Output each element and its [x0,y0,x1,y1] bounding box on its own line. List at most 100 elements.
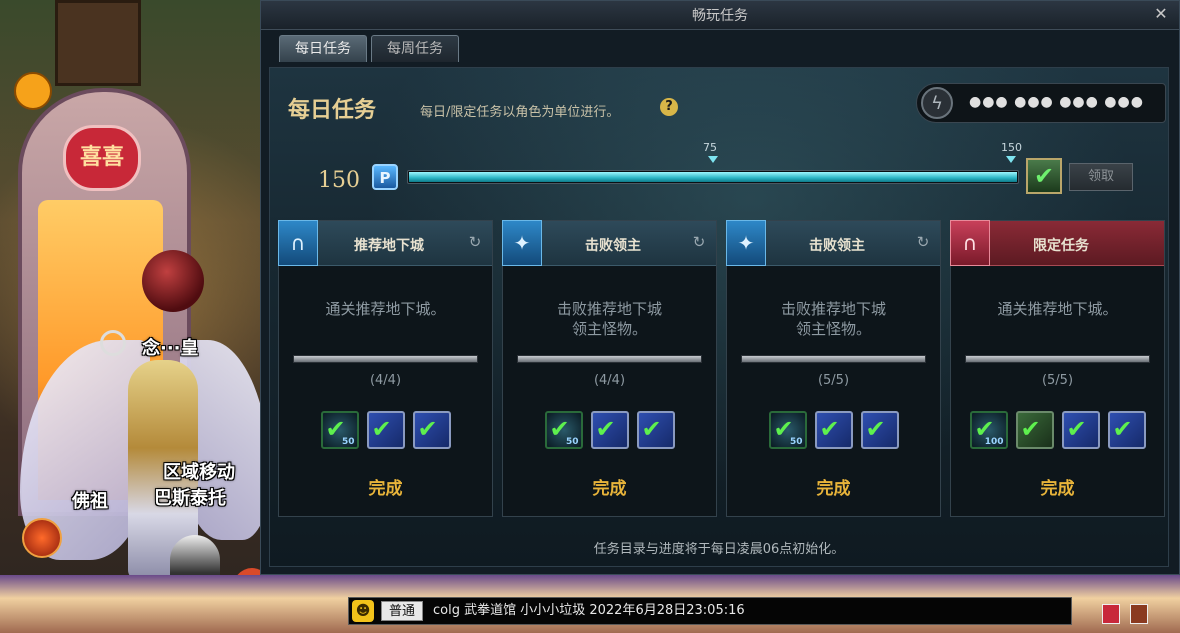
quest-status: 完成 [1040,479,1075,499]
reward-green-icon[interactable]: ✔ [1015,411,1054,449]
reward-box-icon[interactable]: ✔ [590,411,629,449]
quest-card-header: ✦ 击败领主 ↻ [726,220,940,266]
mail-icon[interactable] [1102,604,1120,624]
daily-quest-panel: 每日任务 每日/限定任务以角色为单位进行。 ? ϟ ●●● ●●● ●●● ●●… [269,67,1169,567]
chick-npc[interactable] [14,72,52,110]
quest-progress-text: (5/5) [1041,373,1074,388]
reward-emblem-icon[interactable]: ✔ 50 [768,411,807,449]
check-icon: ✔ [595,415,616,443]
quest-description: 通关推荐地下城。 [325,300,446,318]
reward-box-icon[interactable]: ✔ [1061,411,1100,449]
check-icon: ✔ [1066,415,1087,443]
sword-icon: ✦ [726,220,766,266]
refresh-icon[interactable]: ↻ [914,233,932,251]
check-icon: ✔ [641,415,662,443]
reward-list: ✔ 50 ✔ ✔ [503,411,716,449]
milestone-marker-icon [1006,156,1016,163]
tab-weekly[interactable]: 每周任务 [371,35,459,62]
gate-icon: ∩ [278,220,318,266]
reward-box-icon[interactable]: ✔ [1107,411,1146,449]
quest-title: 限定任务 [1033,238,1089,254]
tab-daily[interactable]: 每日任务 [279,35,367,62]
check-icon: ✔ [865,415,886,443]
milestone-label: 75 [703,141,717,154]
reward-amount: 50 [789,437,803,447]
fatigue-value: ●●● ●●● ●●● ●●● [969,94,1144,110]
ring-icon [100,330,126,356]
quest-card: ✦ 击败领主 ↻ 击败推荐地下城 领主怪物。 (4/4) ✔ 50 ✔ ✔ 完成 [502,220,717,517]
reward-box-icon[interactable]: ✔ [412,411,451,449]
heart-sign: 喜喜 [63,125,141,191]
quest-progress-bar [965,355,1150,363]
reward-list: ✔ 100 ✔ ✔ ✔ [951,411,1164,449]
window-titlebar[interactable]: 畅玩任务 ✕ [261,1,1179,30]
guild-emblem-icon [22,518,62,558]
check-icon: ✔ [417,415,438,443]
reward-list: ✔ 50 ✔ ✔ [727,411,940,449]
points-progress-bar [407,170,1019,184]
fatigue-display: ϟ ●●● ●●● ●●● ●●● [916,83,1166,123]
emote-icon[interactable]: ☻ [352,600,374,622]
quest-card: ✦ 击败领主 ↻ 击败推荐地下城 领主怪物。 (5/5) ✔ 50 ✔ ✔ 完成 [726,220,941,517]
quest-progress-text: (5/5) [817,373,850,388]
check-icon: ✔ [819,415,840,443]
quest-progress-text: (4/4) [369,373,402,388]
quest-title: 击败领主 [585,238,641,254]
close-button[interactable]: ✕ [1151,4,1171,24]
quest-description: 击败推荐地下城 领主怪物。 [780,300,886,338]
sword-icon: ✦ [502,220,542,266]
quest-status: 完成 [592,479,627,499]
milestone-label: 150 [1001,141,1022,154]
refresh-icon[interactable]: ↻ [466,233,484,251]
points-value: 150 [318,168,360,193]
point-icon: P [372,164,398,190]
red-orb [142,250,204,312]
player-location: 巴斯泰托 [154,488,226,509]
reward-box-icon[interactable]: ✔ [366,411,405,449]
reward-amount: 100 [984,437,1004,447]
chat-bar: ☻ 普通 colg 武拳道馆 小小小垃圾 2022年6月28日23:05:16 [348,597,1072,625]
reward-box-icon[interactable]: ✔ [860,411,899,449]
quest-card: ∩ 限定任务通关推荐地下城。 (5/5) ✔ 100 ✔ ✔ ✔ 完成 [950,220,1165,517]
reward-emblem-icon[interactable]: ✔ 50 [544,411,583,449]
help-icon[interactable]: ? [660,98,678,116]
player-name: 念···皇 [142,338,199,359]
player-title: 区域移动 [163,462,235,483]
points-progress-fill [409,172,1017,182]
check-icon: ✔ [371,415,392,443]
quest-description: 通关推荐地下城。 [997,300,1118,318]
refresh-icon[interactable]: ↻ [690,233,708,251]
reward-box-icon[interactable]: ✔ [636,411,675,449]
gate-icon: ∩ [950,220,990,266]
character-portrait-icon[interactable] [1130,604,1148,624]
check-icon: ✔ [1112,415,1133,443]
reward-emblem-icon[interactable]: ✔ 50 [320,411,359,449]
quest-card-header: ✦ 击败领主 ↻ [502,220,716,266]
reward-amount: 50 [341,437,355,447]
milestone-marker-icon [708,156,718,163]
reward-list: ✔ 50 ✔ ✔ [279,411,492,449]
npc-name: 佛祖 [72,491,108,512]
reward-amount: 50 [565,437,579,447]
reward-emblem-icon[interactable]: ✔ 100 [969,411,1008,449]
reward-chest-button[interactable]: ✔ [1026,158,1062,194]
chat-channel-button[interactable]: 普通 [381,601,423,621]
quest-title: 推荐地下城 [354,238,424,254]
check-icon: ✔ [1020,415,1041,443]
quest-card: ∩ 推荐地下城 ↻ 通关推荐地下城。 (4/4) ✔ 50 ✔ ✔ 完成 [278,220,493,517]
quest-progress-bar [741,355,926,363]
chat-input[interactable]: colg 武拳道馆 小小小垃圾 2022年6月28日23:05:16 [433,602,1063,620]
quest-card-header: ∩ 限定任务 [950,220,1164,266]
lightning-icon: ϟ [921,87,953,119]
claim-button[interactable]: 领取 [1069,163,1133,191]
reward-box-icon[interactable]: ✔ [814,411,853,449]
quest-card-header: ∩ 推荐地下城 ↻ [278,220,492,266]
quest-status: 完成 [368,479,403,499]
quest-progress-text: (4/4) [593,373,626,388]
reset-notice: 任务目录与进度将于每日凌晨06点初始化。 [593,542,845,557]
bookshelf [55,0,141,86]
quest-progress-bar [517,355,702,363]
quest-progress-bar [293,355,478,363]
panel-title: 每日任务 [288,97,377,123]
quest-title: 击败领主 [809,238,865,254]
